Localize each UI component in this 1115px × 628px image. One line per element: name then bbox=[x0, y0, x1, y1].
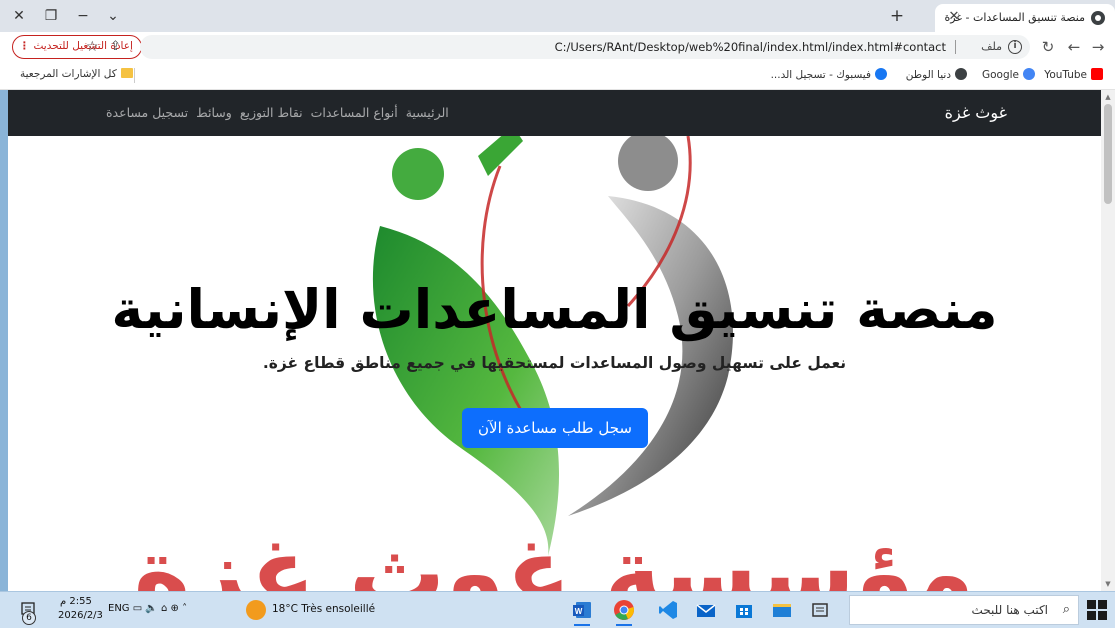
scroll-thumb[interactable] bbox=[1104, 104, 1112, 204]
bookmark-google[interactable]: Google bbox=[982, 68, 1035, 81]
bookmark-facebook[interactable]: فيسبوك - تسجيل الد... bbox=[771, 68, 887, 81]
nav-link-distribution-points[interactable]: نقاط التوزيع bbox=[240, 105, 303, 120]
share-icon[interactable]: ⇪ bbox=[110, 39, 121, 54]
nav-link-home[interactable]: الرئيسية bbox=[406, 105, 449, 120]
reload-icon[interactable]: ↻ bbox=[1038, 37, 1058, 57]
globe-favicon-icon bbox=[1091, 11, 1105, 25]
bookmark-label: Google bbox=[981, 69, 1019, 81]
site-brand[interactable]: غوث غزة bbox=[945, 103, 1007, 122]
google-icon bbox=[1023, 68, 1035, 80]
clock-date[interactable]: 2026/2/3 bbox=[58, 610, 103, 621]
watermark-text: مؤسسة غوث غزة bbox=[134, 517, 975, 591]
tray-icons: ▭ 🔈 ⌂ ⊕ ˄ bbox=[132, 603, 188, 614]
nav-link-media[interactable]: وسائط bbox=[196, 105, 232, 120]
file-scheme-chip[interactable]: ملف bbox=[981, 40, 1002, 53]
address-bar[interactable]: ☆ ⇪ C:/Users/RAnt/Desktop/web%20final/in… bbox=[86, 35, 1030, 59]
new-tab-button[interactable]: + bbox=[887, 6, 907, 26]
hero-subtitle: نعمل على تسهيل وصول المساعدات لمستحقيها … bbox=[262, 354, 847, 372]
window-frame-left bbox=[0, 90, 8, 591]
browser-tab[interactable]: منصة تنسيق المساعدات - غزة ✕ bbox=[935, 4, 1115, 32]
scroll-down-icon[interactable]: ▼ bbox=[1104, 580, 1112, 588]
bookmark-donia-alwatan[interactable]: دنيا الوطن bbox=[906, 68, 967, 81]
taskbar-search-placeholder: اكتب هنا للبحث bbox=[971, 603, 1048, 617]
youtube-icon bbox=[1091, 68, 1103, 80]
url-divider bbox=[955, 40, 956, 54]
tab-strip: ✕ ❐ − ⌄ + منصة تنسيق المساعدات - غزة ✕ bbox=[0, 0, 1115, 32]
restore-window-icon[interactable]: ❐ bbox=[40, 6, 62, 26]
taskbar-search[interactable]: اكتب هنا للبحث ⌕ bbox=[849, 595, 1079, 625]
web-page: مؤسسة غوث غزة غوث غزة الرئيسية أنواع الم… bbox=[8, 90, 1101, 591]
folder-icon bbox=[120, 68, 133, 78]
nav-links: الرئيسية أنواع المساعدات نقاط التوزيع وس… bbox=[106, 105, 449, 120]
weather-sun-icon[interactable] bbox=[246, 600, 266, 620]
browser-toolbar: إعادة التشغيل للتحديث⋮ ع ◧ ✱ ☆ ⇪ C:/User… bbox=[0, 32, 1115, 62]
chrome-icon[interactable] bbox=[612, 598, 636, 626]
hero-title: منصة تنسيق المساعدات الإنسانية bbox=[111, 278, 998, 341]
bookmarks-divider bbox=[134, 68, 135, 83]
word-icon[interactable]: W bbox=[570, 598, 594, 626]
clock-time[interactable]: 2:55 م bbox=[60, 596, 92, 607]
more-options-icon: ⋮ bbox=[19, 40, 30, 52]
mail-icon[interactable] bbox=[694, 598, 718, 622]
restart-to-update-button[interactable]: إعادة التشغيل للتحديث⋮ bbox=[12, 35, 142, 59]
svg-text:W: W bbox=[575, 607, 583, 616]
back-arrow-icon[interactable]: → bbox=[1088, 37, 1108, 57]
site-info-icon[interactable]: i bbox=[1008, 40, 1022, 54]
vscode-icon[interactable] bbox=[656, 598, 680, 622]
language-indicator[interactable]: ENG bbox=[108, 603, 130, 614]
all-bookmarks-label: كل الإشارات المرجعية bbox=[20, 68, 117, 80]
nav-link-aid-types[interactable]: أنواع المساعدات bbox=[311, 105, 398, 120]
globe-icon bbox=[955, 68, 967, 80]
site-navbar: غوث غزة الرئيسية أنواع المساعدات نقاط ال… bbox=[8, 90, 1101, 136]
all-bookmarks-folder[interactable]: كل الإشارات المرجعية bbox=[20, 68, 133, 80]
bookmark-label: YouTube bbox=[1044, 69, 1087, 81]
minimize-window-icon[interactable]: − bbox=[72, 6, 94, 26]
register-aid-request-button[interactable]: سجل طلب مساعدة الآن bbox=[462, 408, 648, 448]
forward-arrow-icon[interactable]: ← bbox=[1064, 37, 1084, 57]
url-text[interactable]: C:/Users/RAnt/Desktop/web%20final/index.… bbox=[555, 40, 946, 54]
facebook-icon bbox=[875, 68, 887, 80]
bookmark-youtube[interactable]: YouTube bbox=[1044, 68, 1103, 81]
task-view-icon[interactable] bbox=[808, 598, 832, 622]
close-window-icon[interactable]: ✕ bbox=[8, 6, 30, 26]
search-icon: ⌕ bbox=[1062, 602, 1070, 617]
notification-count-badge: 6 bbox=[22, 611, 36, 625]
system-tray[interactable]: ENG ▭ 🔈 ⌂ ⊕ ˄ bbox=[108, 603, 187, 614]
weather-text[interactable]: 18°C Très ensoleillé bbox=[272, 603, 375, 615]
tab-close-icon[interactable]: ✕ bbox=[945, 8, 963, 26]
tab-title: منصة تنسيق المساعدات - غزة bbox=[944, 11, 1085, 24]
bookmarks-bar: YouTube Google دنيا الوطن فيسبوك - تسجيل… bbox=[0, 62, 1115, 90]
start-windows-icon[interactable] bbox=[1087, 600, 1107, 620]
file-explorer-icon[interactable] bbox=[770, 598, 794, 622]
microsoft-store-icon[interactable] bbox=[732, 598, 756, 622]
bookmark-label: فيسبوك - تسجيل الد... bbox=[770, 69, 871, 81]
windows-taskbar: اكتب هنا للبحث ⌕ W 18°C Très ensoleillé … bbox=[0, 591, 1115, 628]
page-scrollbar[interactable]: ▲ ▼ bbox=[1101, 90, 1115, 591]
tab-search-chevron-icon[interactable]: ⌄ bbox=[102, 6, 124, 26]
bookmark-label: دنيا الوطن bbox=[905, 69, 951, 81]
bookmark-star-icon[interactable]: ☆ bbox=[86, 39, 99, 55]
nav-link-register-aid[interactable]: تسجيل مساعدة bbox=[106, 105, 188, 120]
scroll-up-icon[interactable]: ▲ bbox=[1104, 93, 1112, 101]
